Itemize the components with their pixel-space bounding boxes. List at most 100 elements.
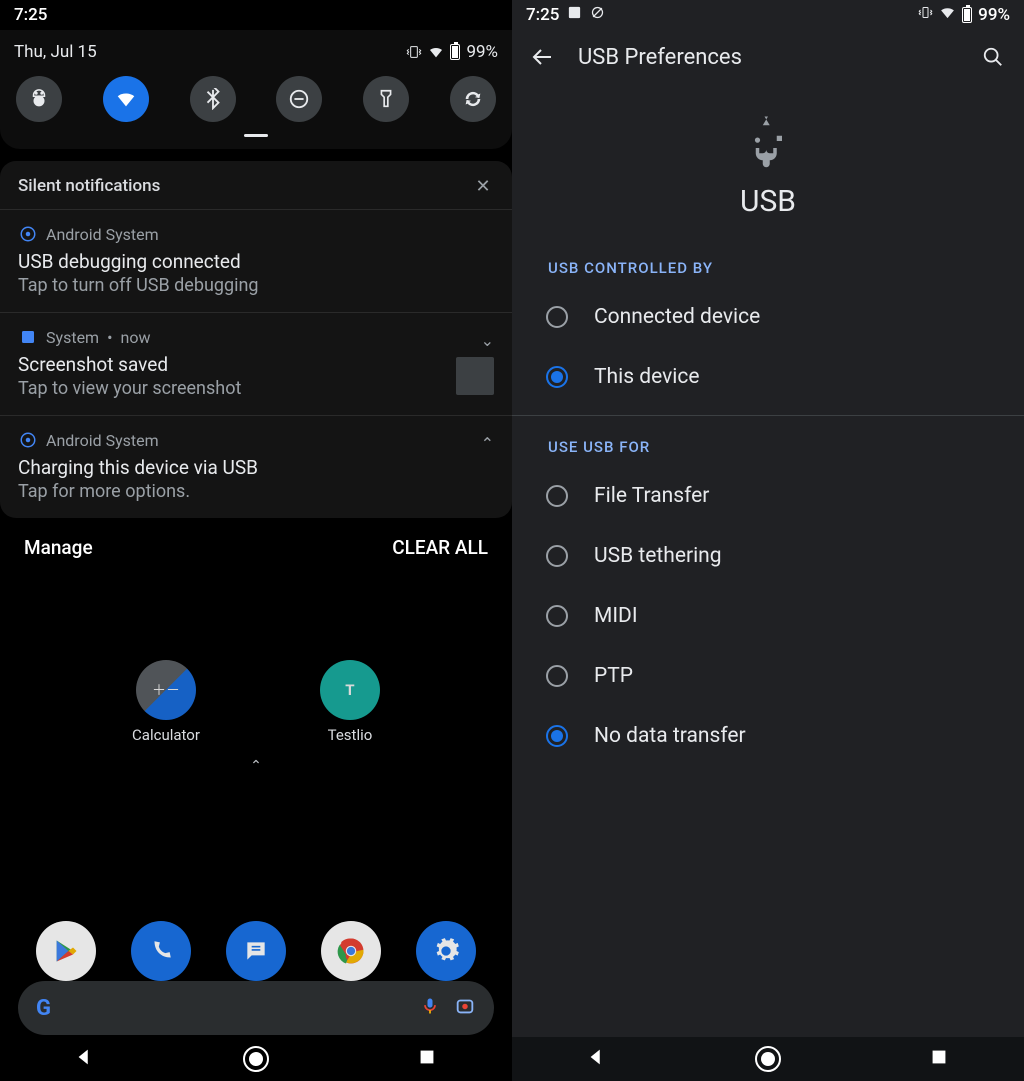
google-logo-icon: G xyxy=(36,996,51,1021)
notif-title: Screenshot saved xyxy=(18,353,494,376)
qs-toggle-android[interactable] xyxy=(16,76,62,122)
vibrate-icon xyxy=(918,5,933,25)
notification-screenshot[interactable]: System • now ⌄ Screenshot saved Tap to v… xyxy=(0,312,512,415)
back-button[interactable] xyxy=(586,1046,608,1072)
app-drawer-handle[interactable]: ⌃ xyxy=(10,758,502,774)
dock xyxy=(0,921,512,981)
wifi-icon xyxy=(939,4,956,26)
dock-play-store[interactable] xyxy=(36,921,96,981)
radio-label: USB tethering xyxy=(594,544,722,568)
section-usb-controlled-by: USB CONTROLLED BY xyxy=(512,237,1024,287)
radio-label: Connected device xyxy=(594,305,760,329)
navbar-right xyxy=(512,1037,1024,1081)
dnd-off-icon xyxy=(590,5,605,25)
status-battery-pct: 99% xyxy=(978,5,1010,25)
chevron-up-icon[interactable]: ⌃ xyxy=(481,434,494,453)
silent-header-label: Silent notifications xyxy=(18,176,160,196)
dock-messages[interactable] xyxy=(226,921,286,981)
radio-midi[interactable]: MIDI xyxy=(512,586,1024,646)
navbar-left xyxy=(0,1037,512,1081)
qs-toggle-autorotate[interactable] xyxy=(450,76,496,122)
home-button[interactable] xyxy=(243,1046,269,1072)
radio-icon xyxy=(546,306,568,328)
statusbar-left: 7:25 xyxy=(0,0,512,30)
dock-phone[interactable] xyxy=(131,921,191,981)
qs-toggle-dnd[interactable] xyxy=(276,76,322,122)
manage-notifications-button[interactable]: Manage xyxy=(24,536,93,559)
qs-toggle-wifi[interactable] xyxy=(103,76,149,122)
notif-app-name: System xyxy=(46,328,99,347)
appbar: USB Preferences xyxy=(512,30,1024,84)
silent-notification-group: Silent notifications ✕ Android System US… xyxy=(0,161,512,518)
radio-label: No data transfer xyxy=(594,724,746,748)
app-calculator[interactable]: ＋－ Calculator xyxy=(132,660,200,744)
notif-app-name: Android System xyxy=(46,225,159,244)
status-time: 7:25 xyxy=(14,5,47,25)
recents-button[interactable] xyxy=(928,1046,950,1072)
notif-body: Tap to view your screenshot xyxy=(18,378,494,399)
page-title: USB Preferences xyxy=(578,45,958,70)
qs-date: Thu, Jul 15 xyxy=(14,42,97,62)
notif-body: Tap for more options. xyxy=(18,481,494,502)
qs-drag-handle[interactable] xyxy=(244,134,268,137)
statusbar-right: 7:25 99% xyxy=(512,0,1024,30)
radio-this-device[interactable]: This device xyxy=(512,347,1024,407)
mic-icon[interactable] xyxy=(420,996,440,1020)
wifi-icon xyxy=(428,44,444,60)
section-use-usb-for: USE USB FOR xyxy=(512,416,1024,466)
status-time: 7:25 xyxy=(526,5,559,25)
back-button[interactable] xyxy=(74,1046,96,1072)
radio-usb-tethering[interactable]: USB tethering xyxy=(512,526,1024,586)
vibrate-icon xyxy=(406,44,422,60)
google-search-bar[interactable]: G xyxy=(18,981,494,1035)
notif-body: Tap to turn off USB debugging xyxy=(18,275,494,296)
app-label: Calculator xyxy=(132,726,200,744)
usb-hero-title: USB xyxy=(512,184,1024,219)
radio-icon xyxy=(546,545,568,567)
qs-toggle-bluetooth[interactable] xyxy=(190,76,236,122)
radio-no-data-transfer[interactable]: No data transfer xyxy=(512,706,1024,766)
usb-hero: USB xyxy=(512,84,1024,237)
close-icon[interactable]: ✕ xyxy=(472,175,494,197)
dock-settings[interactable] xyxy=(416,921,476,981)
battery-icon xyxy=(962,7,972,23)
radio-ptp[interactable]: PTP xyxy=(512,646,1024,706)
usb-icon xyxy=(747,155,789,174)
clear-all-button[interactable]: CLEAR ALL xyxy=(392,536,488,559)
radio-label: PTP xyxy=(594,664,633,688)
qs-status-icons: 99% xyxy=(406,42,498,62)
lens-icon[interactable] xyxy=(454,995,476,1021)
radio-connected-device[interactable]: Connected device xyxy=(512,287,1024,347)
dock-chrome[interactable] xyxy=(321,921,381,981)
image-icon xyxy=(567,5,582,25)
notif-title: USB debugging connected xyxy=(18,250,494,273)
app-testlio[interactable]: T Testlio xyxy=(320,660,380,744)
radio-label: File Transfer xyxy=(594,484,709,508)
photos-app-icon xyxy=(18,327,38,347)
recents-button[interactable] xyxy=(416,1046,438,1072)
qs-battery-pct: 99% xyxy=(466,42,498,62)
notif-app-name: Android System xyxy=(46,431,159,450)
notif-time: now xyxy=(120,328,150,347)
app-label: Testlio xyxy=(328,726,373,744)
battery-icon xyxy=(450,44,460,60)
notif-title: Charging this device via USB xyxy=(18,456,494,479)
home-button[interactable] xyxy=(755,1046,781,1072)
screenshot-thumbnail[interactable] xyxy=(456,357,494,395)
search-icon[interactable] xyxy=(980,44,1006,70)
radio-icon xyxy=(546,366,568,388)
notification-usb-debugging[interactable]: Android System USB debugging connected T… xyxy=(0,209,512,312)
radio-icon xyxy=(546,725,568,747)
qs-toggle-flashlight[interactable] xyxy=(363,76,409,122)
radio-icon xyxy=(546,485,568,507)
chevron-down-icon[interactable]: ⌄ xyxy=(481,331,494,350)
back-arrow-icon[interactable] xyxy=(530,44,556,70)
notification-charging[interactable]: Android System ⌃ Charging this device vi… xyxy=(0,415,512,518)
settings-app-icon xyxy=(18,430,38,450)
radio-label: This device xyxy=(594,365,700,389)
radio-icon xyxy=(546,665,568,687)
radio-file-transfer[interactable]: File Transfer xyxy=(512,466,1024,526)
quick-settings-panel[interactable]: Thu, Jul 15 99% xyxy=(0,30,512,149)
radio-label: MIDI xyxy=(594,604,638,628)
settings-app-icon xyxy=(18,224,38,244)
